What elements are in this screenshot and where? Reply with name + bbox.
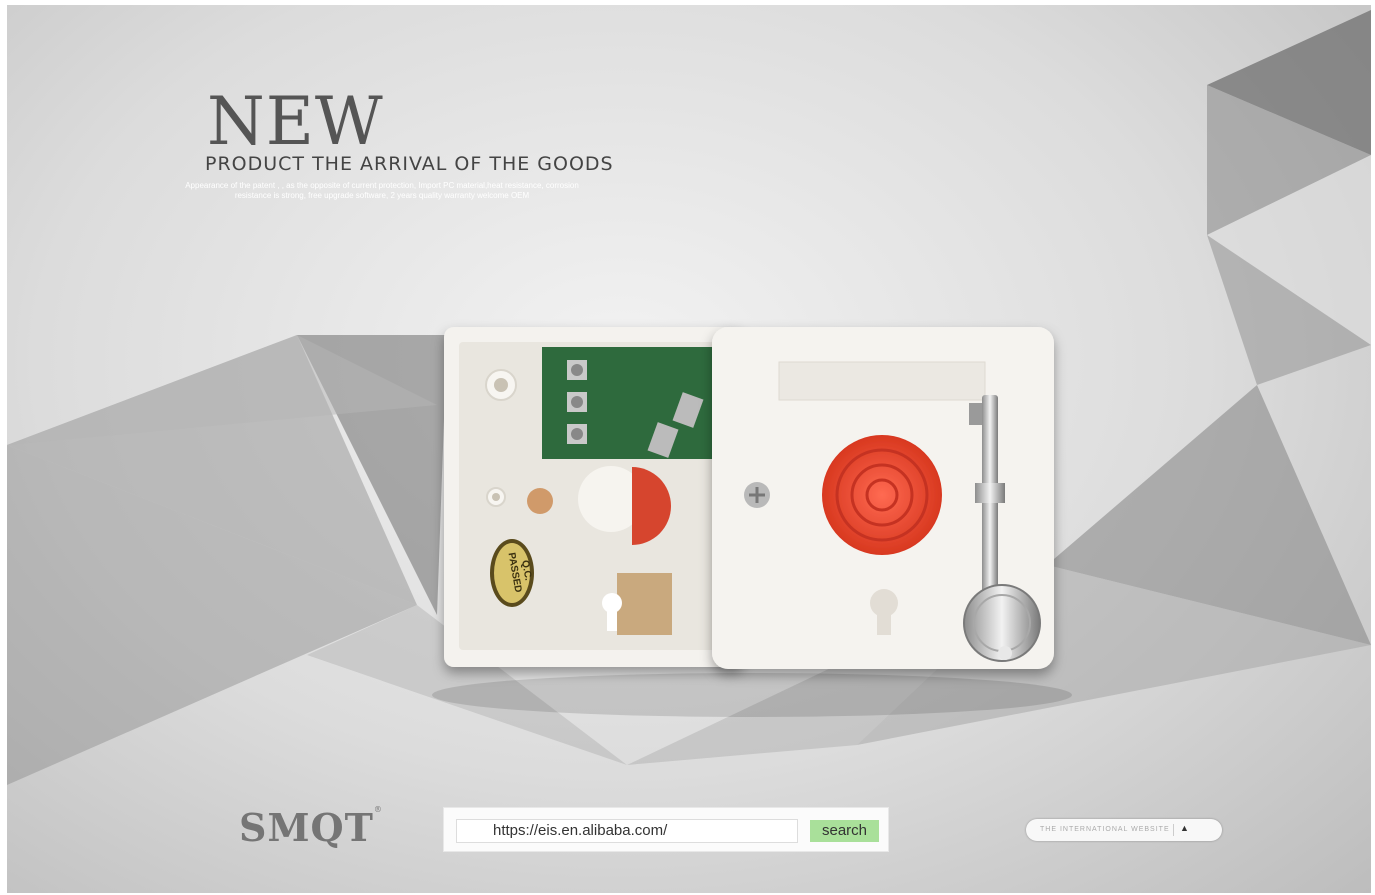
divider — [1173, 824, 1174, 836]
caret-up-icon: ▲ — [1180, 823, 1189, 833]
search-bar: https://eis.en.alibaba.com/ search — [443, 807, 889, 852]
product-image — [432, 327, 1072, 717]
brand-logo-text: SMQT — [239, 805, 374, 850]
international-website-label: THE INTERNATIONAL WEBSITE — [1040, 826, 1170, 833]
search-input[interactable]: https://eis.en.alibaba.com/ — [456, 819, 798, 843]
brand-logo: SMQT® — [239, 805, 383, 850]
registered-mark: ® — [373, 805, 383, 814]
open-housing — [444, 327, 744, 667]
search-button[interactable]: search — [810, 820, 879, 842]
international-website-dropdown[interactable]: THE INTERNATIONAL WEBSITE ▲ — [1026, 819, 1222, 841]
banner: NEW PRODUCT THE ARRIVAL OF THE GOODS App… — [7, 5, 1371, 893]
qc-label: Q.C. PASSED — [488, 548, 535, 598]
